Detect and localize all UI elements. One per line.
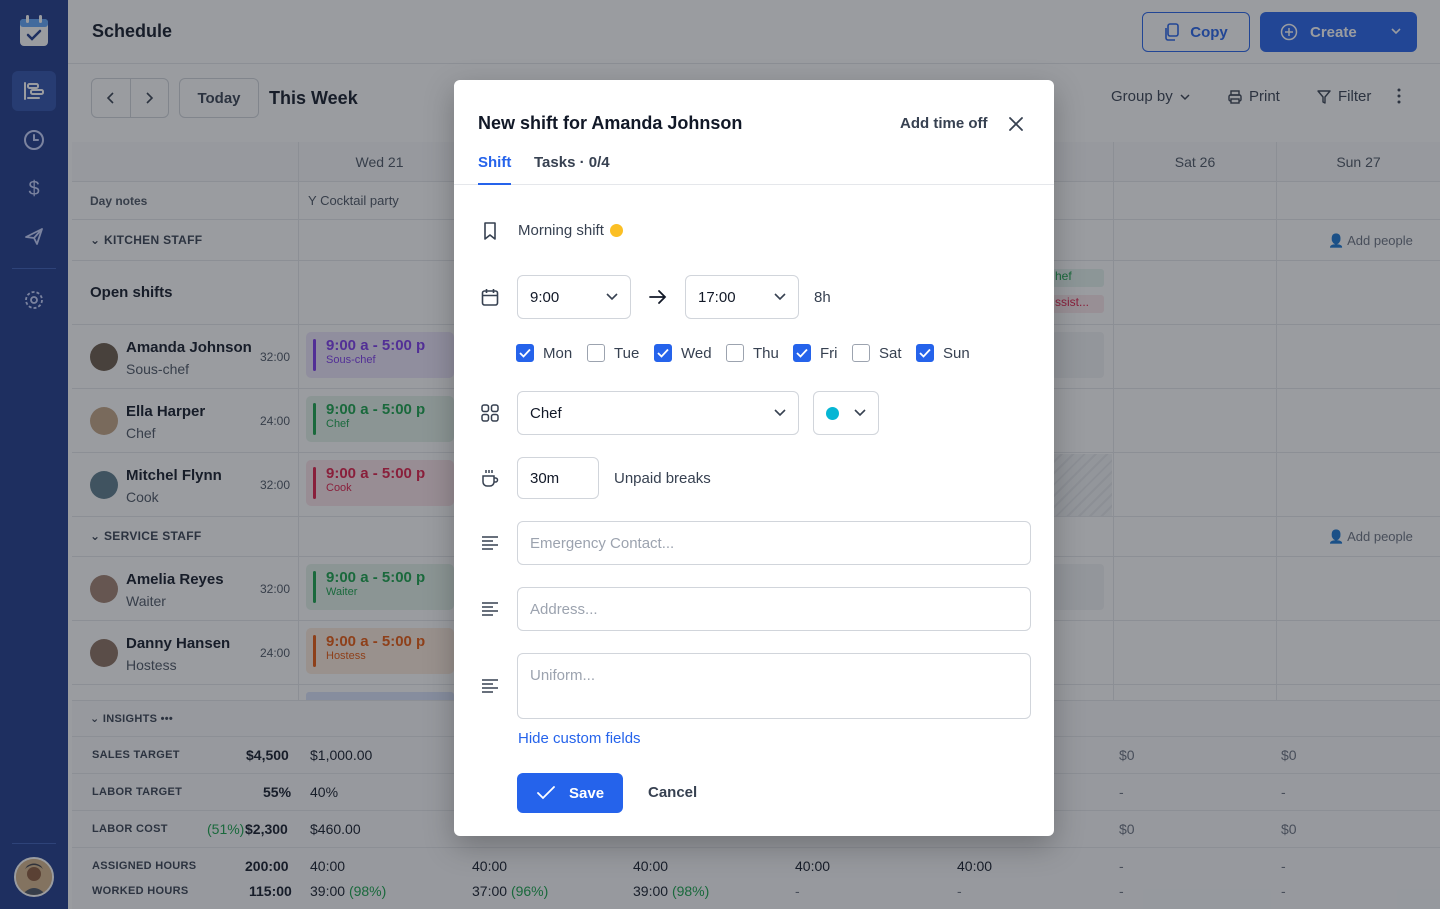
- uniform-field[interactable]: Uniform...: [517, 653, 1031, 719]
- close-icon[interactable]: [1006, 114, 1026, 134]
- start-time-select[interactable]: 9:00: [517, 275, 631, 319]
- check-icon: [537, 786, 555, 800]
- day-checkbox-tue[interactable]: Tue: [587, 344, 639, 362]
- bookmark-icon: [480, 221, 500, 241]
- break-duration-value: 30m: [530, 469, 560, 487]
- day-label: Thu: [753, 344, 779, 362]
- day-checkbox-sat[interactable]: Sat: [852, 344, 902, 362]
- checkbox[interactable]: [726, 344, 744, 362]
- emergency-contact-placeholder: Emergency Contact...: [530, 534, 675, 552]
- address-placeholder: Address...: [530, 600, 598, 618]
- checkbox[interactable]: [916, 344, 934, 362]
- checkbox[interactable]: [516, 344, 534, 362]
- modal-title: New shift for Amanda Johnson: [478, 113, 743, 133]
- calendar-icon: [480, 287, 500, 307]
- save-button[interactable]: Save: [517, 773, 623, 813]
- shift-duration: 8h: [814, 289, 831, 306]
- new-shift-modal: New shift for Amanda Johnson Add time of…: [454, 80, 1054, 836]
- day-label: Mon: [543, 344, 573, 362]
- checkbox[interactable]: [654, 344, 672, 362]
- text-align-icon: [480, 676, 500, 696]
- uniform-placeholder: Uniform...: [530, 667, 596, 684]
- color-select[interactable]: [813, 391, 879, 435]
- day-checkbox-wed[interactable]: Wed: [654, 344, 712, 362]
- add-time-off-button[interactable]: Add time off: [900, 115, 988, 132]
- address-field[interactable]: Address...: [517, 587, 1031, 631]
- coffee-cup-icon: [480, 468, 500, 488]
- modal-tabs: Shift Tasks · 0/4: [454, 152, 1054, 185]
- checkbox[interactable]: [587, 344, 605, 362]
- tab-shift[interactable]: Shift: [478, 154, 512, 185]
- break-duration-input[interactable]: 30m: [517, 457, 599, 499]
- chevron-down-icon: [774, 293, 786, 301]
- color-swatch: [826, 406, 839, 420]
- day-label: Wed: [681, 344, 712, 362]
- chevron-down-icon: [606, 293, 618, 301]
- text-align-icon: [480, 599, 500, 619]
- day-checkbox-sun[interactable]: Sun: [916, 344, 970, 362]
- checkbox[interactable]: [852, 344, 870, 362]
- end-time-select[interactable]: 17:00: [685, 275, 799, 319]
- grid-icon: [480, 403, 500, 423]
- day-checkbox-thu[interactable]: Thu: [726, 344, 779, 362]
- hide-custom-fields-link[interactable]: Hide custom fields: [518, 730, 641, 747]
- emergency-contact-field[interactable]: Emergency Contact...: [517, 521, 1031, 565]
- end-time-value: 17:00: [698, 288, 736, 306]
- day-checkbox-fri[interactable]: Fri: [793, 344, 838, 362]
- cancel-button[interactable]: Cancel: [648, 784, 697, 801]
- chevron-down-icon: [854, 409, 866, 417]
- chevron-down-icon: [774, 409, 786, 417]
- checkbox[interactable]: [793, 344, 811, 362]
- sun-emoji-icon: [609, 224, 623, 237]
- day-label: Tue: [614, 344, 640, 362]
- position-value: Chef: [530, 404, 562, 422]
- day-label: Sun: [943, 344, 970, 362]
- text-align-icon: [480, 533, 500, 553]
- shift-name-field[interactable]: Morning shift: [518, 222, 623, 239]
- start-time-value: 9:00: [530, 288, 560, 306]
- day-label: Sat: [879, 344, 902, 362]
- arrow-right-icon: [648, 288, 668, 311]
- position-select[interactable]: Chef: [517, 391, 799, 435]
- shift-name: Morning shift: [518, 222, 604, 239]
- save-label: Save: [569, 784, 605, 802]
- day-checkbox-mon[interactable]: Mon: [516, 344, 572, 362]
- unpaid-breaks-label: Unpaid breaks: [614, 470, 711, 487]
- day-label: Fri: [820, 344, 838, 362]
- tab-tasks[interactable]: Tasks · 0/4: [534, 154, 610, 185]
